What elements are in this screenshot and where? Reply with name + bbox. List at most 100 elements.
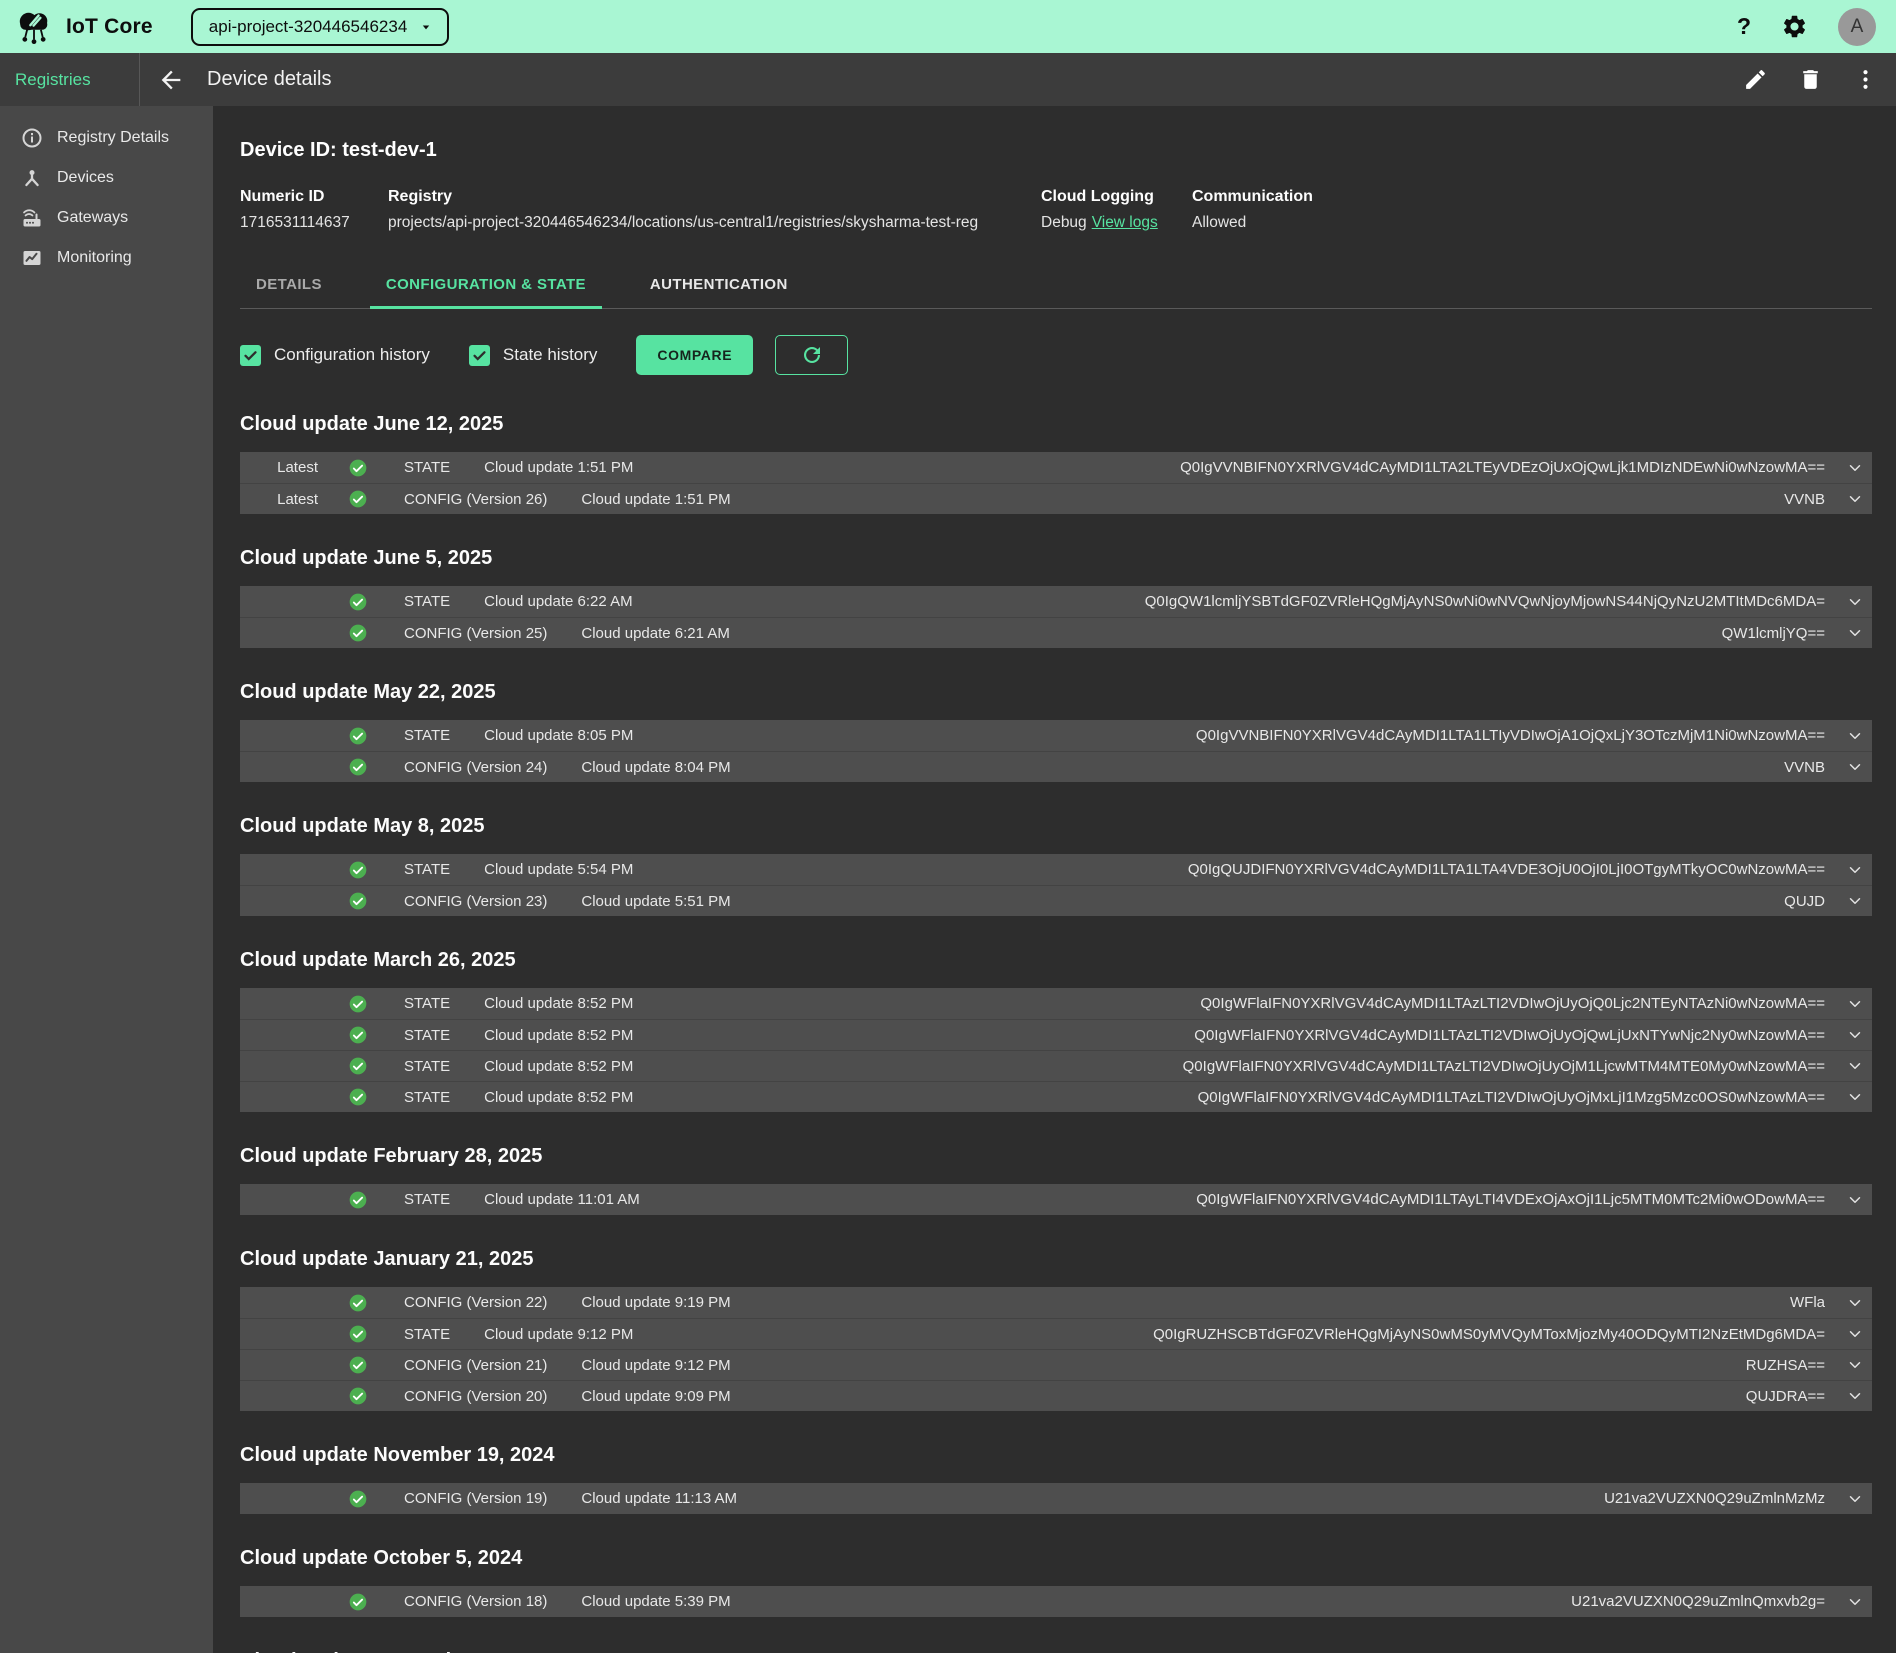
page-title: Device details — [207, 68, 332, 91]
chevron-down-icon[interactable] — [1846, 1191, 1864, 1209]
sidebar-item-devices[interactable]: Devices — [0, 158, 213, 198]
chevron-down-icon[interactable] — [1846, 1088, 1864, 1106]
meta-value: Debug — [1041, 214, 1087, 231]
section-rows: Latest STATE Cloud update 1:51 PM Q0IgVV… — [240, 452, 1872, 514]
check-circle-icon — [348, 1489, 368, 1509]
row-description: Cloud update 5:39 PM — [581, 1593, 730, 1610]
history-row[interactable]: Latest CONFIG (Version 26) Cloud update … — [240, 483, 1872, 514]
row-type: CONFIG (Version 20) — [404, 1388, 547, 1405]
gateway-icon — [20, 206, 44, 230]
history-row[interactable]: STATE Cloud update 11:01 AM Q0IgWFlaIFN0… — [240, 1184, 1872, 1215]
help-button[interactable]: ? — [1737, 15, 1751, 38]
history-row[interactable]: STATE Cloud update 8:05 PM Q0IgVVNBIFN0Y… — [240, 720, 1872, 751]
sidebar-item-label: Devices — [57, 169, 114, 187]
history-row[interactable]: CONFIG (Version 20) Cloud update 9:09 PM… — [240, 1380, 1872, 1411]
history-row[interactable]: CONFIG (Version 23) Cloud update 5:51 PM… — [240, 885, 1872, 916]
check-circle-icon — [348, 1056, 368, 1076]
chevron-down-icon[interactable] — [1846, 758, 1864, 776]
history-row[interactable]: STATE Cloud update 8:52 PM Q0IgWFlaIFN0Y… — [240, 1081, 1872, 1112]
chevron-down-icon[interactable] — [1846, 490, 1864, 508]
chevron-down-icon[interactable] — [1846, 624, 1864, 642]
compare-button[interactable]: COMPARE — [636, 335, 753, 375]
chevron-down-icon[interactable] — [1846, 593, 1864, 611]
tab-authentication[interactable]: AUTHENTICATION — [634, 260, 804, 308]
history-row[interactable]: CONFIG (Version 19) Cloud update 11:13 A… — [240, 1483, 1872, 1514]
chevron-down-icon[interactable] — [1846, 861, 1864, 879]
row-payload: Q0IgWFlaIFN0YXRlVGV4dCAyMDI1LTAyLTI4VDEx… — [1196, 1191, 1825, 1208]
top-app-bar: IoT Core api-project-320446546234 ? A — [0, 0, 1896, 53]
update-section: Cloud update October 5, 2024 CONFIG (Ver… — [240, 1547, 1872, 1617]
view-logs-link[interactable]: View logs — [1092, 214, 1158, 231]
row-description: Cloud update 6:21 AM — [581, 625, 729, 642]
delete-button[interactable] — [1798, 67, 1823, 92]
update-section: Cloud update May 8, 2025 STATE Cloud upd… — [240, 815, 1872, 916]
row-payload: VVNB — [1784, 491, 1825, 508]
sidebar-item-gateways[interactable]: Gateways — [0, 198, 213, 238]
registries-link[interactable]: Registries — [0, 70, 139, 90]
chevron-down-icon[interactable] — [1846, 459, 1864, 477]
checkbox-checked-icon[interactable] — [469, 345, 490, 366]
divider — [139, 53, 140, 106]
gear-icon — [1781, 13, 1808, 40]
sidebar-item-monitoring[interactable]: Monitoring — [0, 238, 213, 278]
configuration-history-checkbox[interactable]: Configuration history — [240, 345, 430, 366]
row-payload: U21va2VUZXN0Q29uZmlnMzMz — [1604, 1490, 1825, 1507]
row-description: Cloud update 5:51 PM — [581, 893, 730, 910]
chevron-down-icon[interactable] — [1846, 1387, 1864, 1405]
tab-configuration-state[interactable]: CONFIGURATION & STATE — [370, 260, 602, 308]
devices-icon — [20, 166, 44, 190]
chevron-down-icon[interactable] — [1846, 727, 1864, 745]
back-button[interactable] — [157, 66, 185, 94]
checkbox-checked-icon[interactable] — [240, 345, 261, 366]
chevron-down-icon[interactable] — [1846, 1490, 1864, 1508]
chevron-down-icon[interactable] — [1846, 995, 1864, 1013]
section-title: Cloud update January 21, 2025 — [240, 1248, 1872, 1271]
history-row[interactable]: STATE Cloud update 9:12 PM Q0IgRUZHSCBTd… — [240, 1318, 1872, 1349]
section-rows: STATE Cloud update 11:01 AM Q0IgWFlaIFN0… — [240, 1184, 1872, 1215]
history-row[interactable]: CONFIG (Version 22) Cloud update 9:19 PM… — [240, 1287, 1872, 1318]
row-payload: Q0IgRUZHSCBTdGF0ZVRleHQgMjAyNS0wMS0yMVQy… — [1153, 1326, 1825, 1343]
iot-core-logo-icon — [12, 5, 56, 49]
more-options-button[interactable] — [1853, 67, 1878, 92]
chevron-down-icon[interactable] — [1846, 1325, 1864, 1343]
avatar[interactable]: A — [1838, 8, 1876, 46]
settings-button[interactable] — [1781, 13, 1808, 40]
section-title: Cloud update June 12, 2025 — [240, 413, 1872, 436]
chevron-down-icon[interactable] — [1846, 1356, 1864, 1374]
chevron-down-icon[interactable] — [1846, 892, 1864, 910]
check-circle-icon — [348, 757, 368, 777]
history-row[interactable]: CONFIG (Version 25) Cloud update 6:21 AM… — [240, 617, 1872, 648]
history-row[interactable]: STATE Cloud update 8:52 PM Q0IgWFlaIFN0Y… — [240, 1050, 1872, 1081]
section-rows: CONFIG (Version 22) Cloud update 9:19 PM… — [240, 1287, 1872, 1411]
meta-field-registry: Registry projects/api-project-3204465462… — [388, 188, 1041, 232]
device-meta: Numeric ID 1716531114637 Registry projec… — [240, 188, 1872, 232]
chevron-down-icon[interactable] — [1846, 1026, 1864, 1044]
row-payload: U21va2VUZXN0Q29uZmlnQmxvb2g= — [1571, 1593, 1825, 1610]
chevron-down-icon[interactable] — [1846, 1593, 1864, 1611]
project-selector[interactable]: api-project-320446546234 — [191, 8, 450, 46]
row-payload: Q0IgVVNBIFN0YXRlVGV4dCAyMDI1LTA1LTIyVDIw… — [1196, 727, 1825, 744]
history-row[interactable]: STATE Cloud update 8:52 PM Q0IgWFlaIFN0Y… — [240, 1019, 1872, 1050]
sidebar-item-registry-details[interactable]: Registry Details — [0, 118, 213, 158]
sidebar-item-label: Gateways — [57, 209, 128, 227]
check-circle-icon — [348, 1087, 368, 1107]
state-history-checkbox[interactable]: State history — [469, 345, 598, 366]
history-row[interactable]: CONFIG (Version 21) Cloud update 9:12 PM… — [240, 1349, 1872, 1380]
row-payload: Q0IgWFlaIFN0YXRlVGV4dCAyMDI1LTAzLTI2VDIw… — [1200, 995, 1825, 1012]
meta-value: Allowed — [1192, 214, 1246, 231]
chevron-down-icon[interactable] — [1846, 1057, 1864, 1075]
sidebar: Registry Details Devices Gateways Monito… — [0, 106, 213, 1653]
history-row[interactable]: STATE Cloud update 8:52 PM Q0IgWFlaIFN0Y… — [240, 988, 1872, 1019]
history-row[interactable]: STATE Cloud update 5:54 PM Q0IgQUJDIFN0Y… — [240, 854, 1872, 885]
history-row[interactable]: Latest STATE Cloud update 1:51 PM Q0IgVV… — [240, 452, 1872, 483]
row-payload: QUJDRA== — [1746, 1388, 1825, 1405]
row-payload: VVNB — [1784, 759, 1825, 776]
row-description: Cloud update 11:01 AM — [484, 1191, 640, 1208]
history-row[interactable]: CONFIG (Version 18) Cloud update 5:39 PM… — [240, 1586, 1872, 1617]
history-row[interactable]: CONFIG (Version 24) Cloud update 8:04 PM… — [240, 751, 1872, 782]
edit-button[interactable] — [1743, 67, 1768, 92]
history-row[interactable]: STATE Cloud update 6:22 AM Q0IgQW1lcmljY… — [240, 586, 1872, 617]
refresh-button[interactable] — [775, 335, 848, 375]
chevron-down-icon[interactable] — [1846, 1294, 1864, 1312]
tab-details[interactable]: DETAILS — [240, 260, 338, 308]
